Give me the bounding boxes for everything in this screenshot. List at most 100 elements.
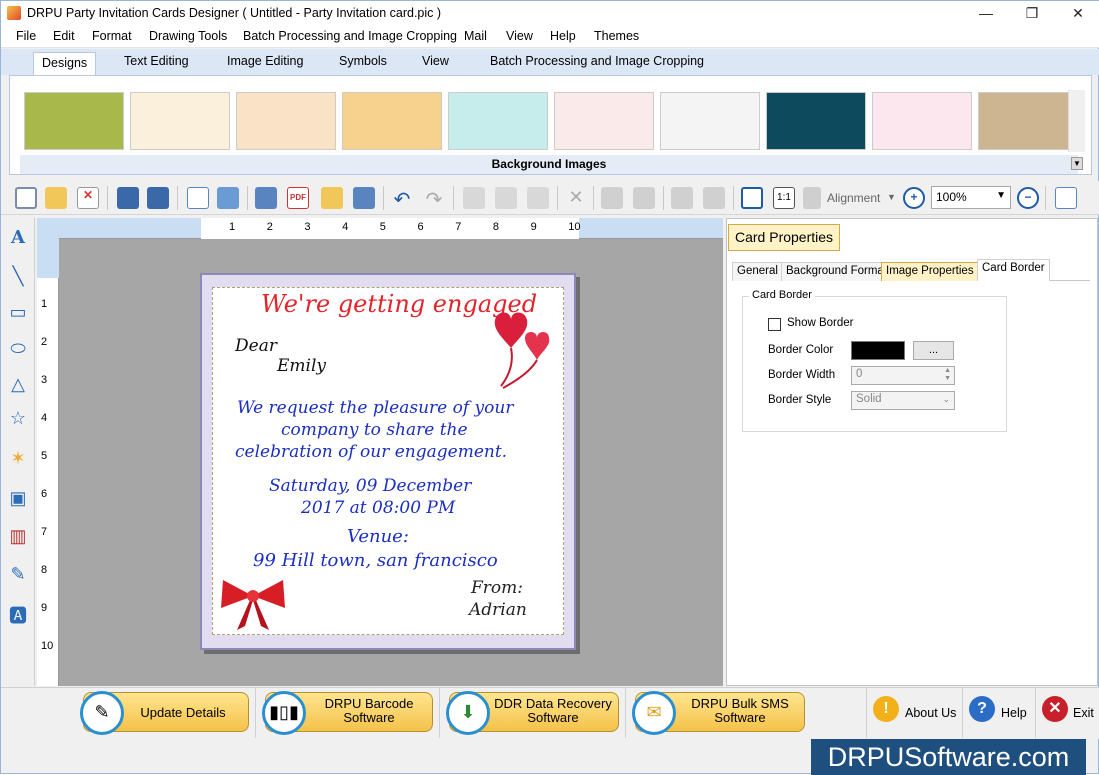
text-tool-icon[interactable]: A: [6, 226, 30, 250]
restore-button[interactable]: ❐: [1009, 1, 1055, 26]
background-thumb[interactable]: [660, 92, 760, 150]
data-recovery-button[interactable]: ⬇ DDR Data Recovery Software: [446, 691, 619, 735]
barcode-software-button[interactable]: ▮▯▮ DRPU Barcode Software: [262, 691, 433, 735]
save-as-icon[interactable]: [147, 187, 169, 209]
menu-format[interactable]: Format: [92, 29, 132, 43]
background-thumb[interactable]: [872, 92, 972, 150]
actual-size-icon[interactable]: 1:1: [773, 187, 795, 209]
background-thumb[interactable]: [24, 92, 124, 150]
exit-button[interactable]: Exit: [1073, 706, 1094, 720]
bring-front-icon[interactable]: [601, 187, 623, 209]
border-style-select[interactable]: Solid ⌄: [851, 391, 955, 410]
card-venue[interactable]: 99 Hill town, san francisco: [253, 550, 498, 571]
tab-designs[interactable]: Designs: [33, 52, 97, 75]
symbol-tool-icon[interactable]: ✶: [6, 446, 30, 470]
paste-icon[interactable]: [527, 187, 549, 209]
background-thumb[interactable]: [978, 92, 1068, 150]
card-venue-label[interactable]: Venue:: [347, 526, 409, 547]
tab-symbols[interactable]: Symbols: [339, 54, 387, 68]
menu-help[interactable]: Help: [550, 29, 576, 43]
zoom-in-icon[interactable]: +: [903, 187, 925, 209]
signature-tool-icon[interactable]: ✎: [6, 562, 30, 586]
background-thumb[interactable]: [766, 92, 866, 150]
ribbon-bow-icon[interactable]: [217, 574, 289, 632]
card-from-label[interactable]: From:: [471, 578, 523, 598]
menu-drawing-tools[interactable]: Drawing Tools: [149, 29, 227, 43]
card-date2[interactable]: 2017 at 08:00 PM: [301, 498, 455, 518]
pdf-icon[interactable]: PDF: [287, 187, 309, 209]
send-back-icon[interactable]: [633, 187, 655, 209]
menu-file[interactable]: File: [16, 29, 36, 43]
invitation-card[interactable]: We're getting engaged Dear Emily We requ…: [200, 273, 576, 650]
update-details-button[interactable]: ✎ Update Details: [80, 691, 249, 735]
properties-icon[interactable]: [187, 187, 209, 209]
card-date1[interactable]: Saturday, 09 December: [269, 476, 471, 496]
card-line1[interactable]: We request the pleasure of your: [237, 398, 513, 418]
mail-icon[interactable]: [321, 187, 343, 209]
edit-details-icon[interactable]: [1055, 187, 1077, 209]
about-us-button[interactable]: About Us: [905, 706, 956, 720]
background-thumb[interactable]: [448, 92, 548, 150]
design-workspace[interactable]: We're getting engaged Dear Emily We requ…: [59, 239, 723, 686]
help-button[interactable]: Help: [1001, 706, 1027, 720]
card-line2[interactable]: company to share the: [281, 420, 468, 440]
card-name[interactable]: Emily: [277, 356, 326, 376]
library-tool-icon[interactable]: ▥: [6, 524, 30, 548]
close-button[interactable]: ✕: [1055, 1, 1099, 26]
tab-view[interactable]: View: [422, 54, 449, 68]
line-tool-icon[interactable]: ╲: [6, 264, 30, 288]
star-tool-icon[interactable]: ☆: [6, 406, 30, 430]
image-icon[interactable]: [217, 187, 239, 209]
menu-batch-processing[interactable]: Batch Processing and Image Cropping: [243, 29, 457, 43]
background-thumb[interactable]: [130, 92, 230, 150]
copy-icon[interactable]: [495, 187, 517, 209]
gallery-scrollbar[interactable]: [1068, 90, 1085, 152]
gallery-expand-icon[interactable]: ▼: [1071, 157, 1083, 170]
card-dear[interactable]: Dear: [235, 336, 277, 356]
exit-icon[interactable]: ✕: [1042, 696, 1068, 722]
zoom-select[interactable]: 100% ▼: [931, 186, 1011, 209]
new-icon[interactable]: [15, 187, 37, 209]
tab-background-format[interactable]: Background Format: [781, 262, 892, 281]
info-icon[interactable]: !: [873, 696, 899, 722]
border-color-swatch[interactable]: [851, 341, 905, 360]
print-icon[interactable]: [353, 187, 375, 209]
save-icon[interactable]: [117, 187, 139, 209]
minimize-button[interactable]: —: [963, 1, 1009, 26]
border-color-browse-button[interactable]: ...: [913, 341, 954, 360]
image-tool-icon[interactable]: ▣: [6, 486, 30, 510]
card-line3[interactable]: celebration of our engagement.: [235, 442, 507, 462]
border-width-spinner[interactable]: 0 ▲ ▼: [851, 366, 955, 385]
tab-image-editing[interactable]: Image Editing: [227, 54, 303, 68]
close-file-icon[interactable]: ✕: [77, 187, 99, 209]
zoom-out-icon[interactable]: −: [1017, 187, 1039, 209]
menu-themes[interactable]: Themes: [594, 29, 639, 43]
triangle-tool-icon[interactable]: △: [6, 372, 30, 396]
background-thumb[interactable]: [342, 92, 442, 150]
alignment-dropdown-icon[interactable]: ▼: [887, 192, 896, 202]
tab-text-editing[interactable]: Text Editing: [124, 54, 189, 68]
alignment-icon[interactable]: [803, 187, 821, 209]
open-icon[interactable]: [45, 187, 67, 209]
cut-icon[interactable]: [463, 187, 485, 209]
background-thumb[interactable]: [554, 92, 654, 150]
menu-edit[interactable]: Edit: [53, 29, 75, 43]
menu-mail[interactable]: Mail: [464, 29, 487, 43]
redo-icon[interactable]: ↷: [423, 187, 445, 211]
unlock-icon[interactable]: [703, 187, 725, 209]
tab-batch-processing[interactable]: Batch Processing and Image Cropping: [490, 54, 704, 68]
wordart-tool-icon[interactable]: 🅰: [6, 604, 30, 628]
tab-image-properties[interactable]: Image Properties: [881, 262, 979, 281]
show-border-checkbox[interactable]: [768, 318, 781, 331]
rectangle-tool-icon[interactable]: ▭: [6, 300, 30, 324]
menu-view[interactable]: View: [506, 29, 533, 43]
alignment-label[interactable]: Alignment: [827, 191, 880, 205]
undo-icon[interactable]: ↶: [391, 187, 413, 211]
card-from[interactable]: Adrian: [469, 600, 527, 620]
ellipse-tool-icon[interactable]: ⬭: [6, 336, 30, 360]
heart-balloons-icon[interactable]: [489, 308, 561, 400]
fit-page-icon[interactable]: [741, 187, 763, 209]
export-icon[interactable]: [255, 187, 277, 209]
lock-icon[interactable]: [671, 187, 693, 209]
delete-icon[interactable]: ✕: [565, 187, 587, 209]
